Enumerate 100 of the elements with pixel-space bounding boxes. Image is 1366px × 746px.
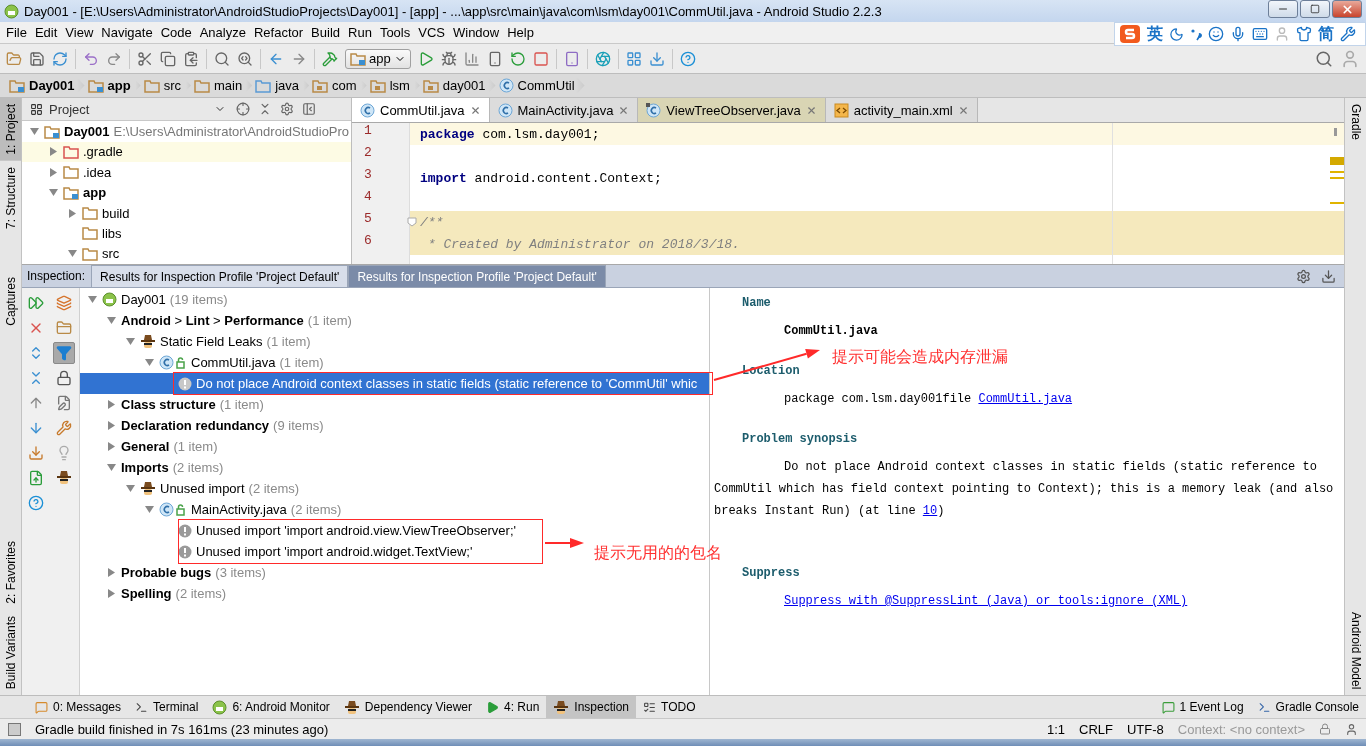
- redo-icon[interactable]: [106, 50, 122, 67]
- stop-icon[interactable]: [532, 50, 549, 67]
- apply-changes-icon[interactable]: [509, 50, 526, 67]
- moon-icon[interactable]: [1169, 26, 1184, 42]
- encoding-selector[interactable]: UTF-8: [1126, 721, 1164, 737]
- close-icon[interactable]: [957, 104, 969, 116]
- collapse-arrow-icon[interactable]: [144, 358, 154, 367]
- cut-icon[interactable]: [137, 50, 153, 67]
- project-tree-item[interactable]: build: [22, 202, 130, 224]
- menu-item[interactable]: Code: [156, 25, 196, 40]
- bulb-icon[interactable]: [56, 444, 72, 461]
- collapse-arrow-icon[interactable]: [106, 316, 116, 325]
- collapse-arrow-icon[interactable]: [106, 463, 116, 472]
- editor-tab[interactable]: ViewTreeObserver.java: [638, 98, 826, 122]
- menu-item[interactable]: Run: [344, 25, 376, 40]
- close-icon[interactable]: [618, 104, 630, 116]
- inspection-tree-item[interactable]: CommUtil.java (1 item): [80, 352, 324, 373]
- menu-item[interactable]: Navigate: [97, 25, 157, 40]
- paste-icon[interactable]: [183, 50, 199, 67]
- menu-item[interactable]: Help: [503, 25, 538, 40]
- inspection-tree-item[interactable]: Imports (2 items): [80, 457, 224, 478]
- inspection-tree-item[interactable]: Class structure (1 item): [80, 394, 264, 415]
- folder-icon[interactable]: [56, 319, 72, 336]
- tool-window-tab[interactable]: 1: Project: [0, 98, 21, 161]
- tool-window-tab[interactable]: Captures: [0, 270, 21, 332]
- collapse-arrow-icon[interactable]: [144, 505, 154, 514]
- collapse-arrow-icon[interactable]: [29, 127, 39, 136]
- expand-arrow-icon[interactable]: [67, 208, 77, 218]
- user-icon[interactable]: [1340, 48, 1360, 69]
- help-icon[interactable]: [679, 50, 696, 67]
- breadcrumb-item[interactable]: main: [191, 78, 253, 93]
- menu-item[interactable]: Build: [307, 25, 344, 40]
- hide-panel-icon[interactable]: [302, 102, 316, 117]
- group-icon[interactable]: [56, 294, 72, 311]
- breadcrumb-item[interactable]: Day001: [6, 78, 85, 93]
- project-tree-item[interactable]: .gradle: [22, 141, 351, 163]
- language-toggle[interactable]: 英: [1147, 23, 1163, 45]
- file-link[interactable]: CommUtil.java: [978, 392, 1073, 406]
- expand-arrow-icon[interactable]: [48, 167, 58, 177]
- keyboard-icon[interactable]: [1252, 26, 1268, 42]
- line-separator-selector[interactable]: CRLF: [1079, 721, 1113, 737]
- inspection-tree-item[interactable]: MainActivity.java (2 items): [80, 499, 342, 520]
- minimize-button[interactable]: [1268, 0, 1298, 18]
- inspection-tree-item[interactable]: Unused import (2 items): [80, 478, 300, 499]
- menu-item[interactable]: Refactor: [249, 25, 308, 40]
- suppress-link[interactable]: Suppress with @SuppressLint (Java) or tools:ignore (XML): [784, 594, 1188, 608]
- undo-icon[interactable]: [83, 50, 99, 67]
- tool-window-tab[interactable]: 2: Favorites: [0, 535, 21, 610]
- fold-marker-icon[interactable]: [407, 217, 417, 227]
- punctuation-icon[interactable]: [1190, 27, 1202, 41]
- close-icon[interactable]: [469, 104, 481, 116]
- hammer-icon[interactable]: [322, 50, 338, 67]
- hide-icon[interactable]: [1321, 268, 1336, 284]
- collapse-arrow-icon[interactable]: [67, 249, 77, 259]
- profile-icon[interactable]: [463, 50, 480, 67]
- edit-icon[interactable]: [56, 394, 72, 411]
- export-file-icon[interactable]: [28, 469, 44, 486]
- tool-window-tab[interactable]: Inspection: [546, 696, 637, 718]
- sync-gradle-icon[interactable]: [594, 50, 611, 67]
- menu-item[interactable]: File: [2, 25, 31, 40]
- tool-window-tab[interactable]: TODO: [636, 696, 703, 718]
- project-structure-icon[interactable]: [625, 50, 642, 67]
- tool-window-tab[interactable]: Android Model: [1345, 605, 1366, 695]
- shirt-icon[interactable]: [1296, 26, 1312, 42]
- inspection-tree-item[interactable]: Declaration redundancy (9 items): [80, 415, 324, 436]
- sync-icon[interactable]: [52, 50, 68, 67]
- copy-icon[interactable]: [160, 50, 176, 67]
- tool-window-tab[interactable]: 1 Event Log: [1154, 696, 1251, 718]
- locate-icon[interactable]: [236, 102, 250, 117]
- tool-window-tab[interactable]: Dependency Viewer: [336, 696, 479, 718]
- rerun-icon[interactable]: [28, 294, 44, 311]
- editor-tab[interactable]: activity_main.xml: [825, 98, 978, 122]
- wrench-icon[interactable]: [56, 419, 72, 436]
- menu-item[interactable]: Analyze: [195, 25, 250, 40]
- avd-manager-icon[interactable]: [563, 50, 580, 67]
- menu-item[interactable]: Window: [448, 25, 504, 40]
- tool-window-tab[interactable]: Gradle: [1345, 98, 1366, 147]
- save-icon[interactable]: [29, 50, 45, 67]
- sdk-manager-icon[interactable]: [648, 50, 665, 67]
- mic-icon[interactable]: [1230, 26, 1246, 42]
- editor-tab[interactable]: MainActivity.java: [489, 98, 639, 122]
- expand-arrow-icon[interactable]: [106, 400, 116, 409]
- project-tree-item[interactable]: .idea: [22, 162, 112, 183]
- replace-icon[interactable]: [237, 50, 253, 67]
- tool-window-tab[interactable]: Terminal: [128, 696, 206, 718]
- expand-arrow-icon[interactable]: [106, 442, 116, 451]
- inspection-tree-item[interactable]: Unused import 'import android.widget.TextView;': [80, 541, 473, 562]
- expand-arrow-icon[interactable]: [48, 147, 58, 157]
- breadcrumb-item[interactable]: com: [309, 78, 367, 93]
- help-icon[interactable]: [28, 494, 44, 511]
- tool-window-tab[interactable]: 6: Android Monitor: [205, 696, 337, 718]
- inspection-tree-item[interactable]: Do not place Android context classes in static fields (static reference to 'CommUtil' whic: [80, 373, 709, 394]
- menu-item[interactable]: Edit: [30, 25, 62, 40]
- editor-tab[interactable]: CommUtil.java: [352, 98, 490, 122]
- inspection-tree-item[interactable]: General (1 item): [80, 436, 218, 457]
- settings-icon[interactable]: [1296, 268, 1311, 284]
- inspection-tree-item[interactable]: Android > Lint > Performance (1 item): [80, 310, 352, 331]
- settings-icon[interactable]: [280, 102, 294, 117]
- project-tree-item[interactable]: libs: [22, 223, 122, 244]
- inspection-tree-item[interactable]: Unused import 'import android.view.ViewTreeObserver;': [80, 520, 516, 541]
